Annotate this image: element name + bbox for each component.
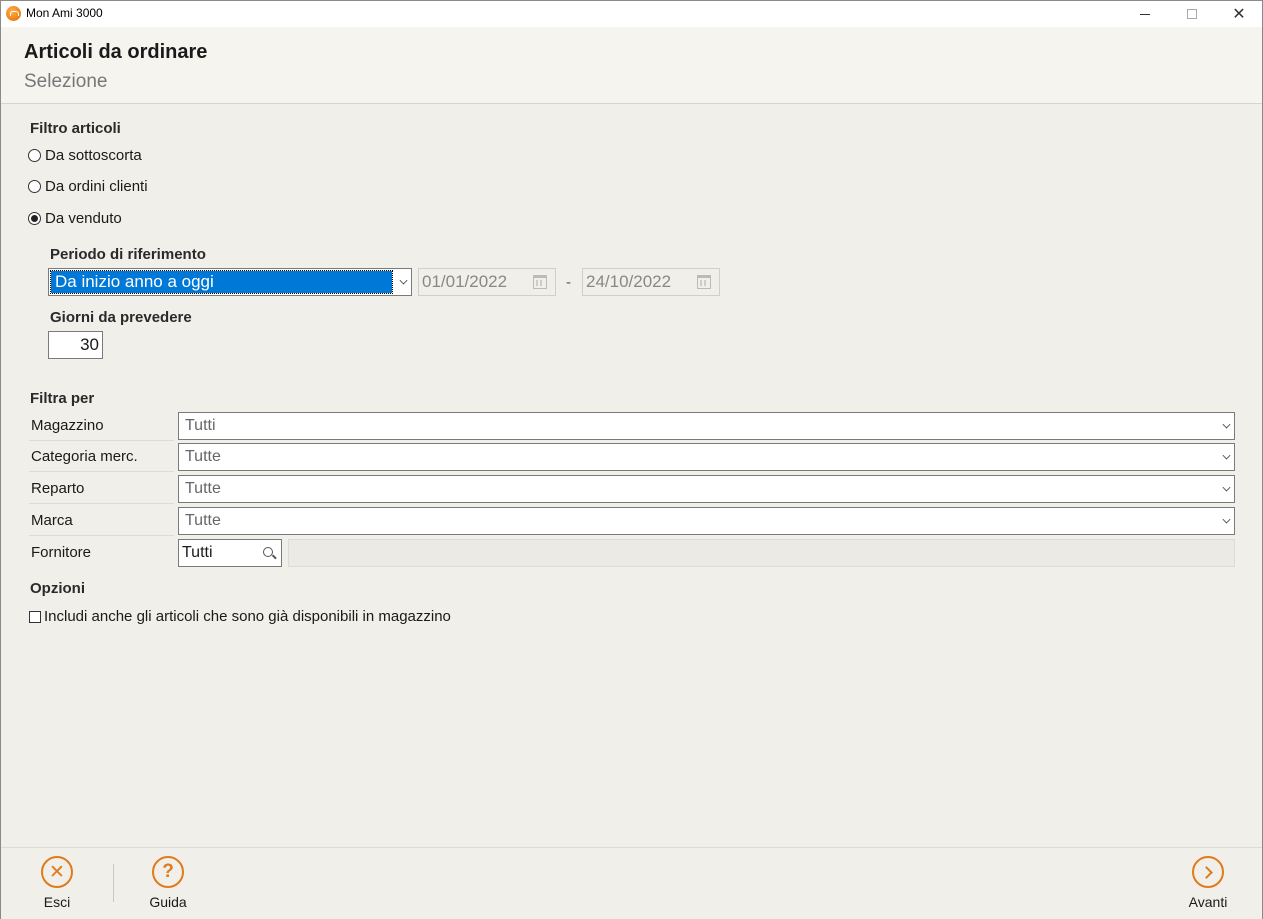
page-header: Articoli da ordinare Selezione [1, 27, 1262, 104]
forecast-days-input[interactable]: 30 [48, 331, 103, 359]
calendar-icon[interactable] [533, 275, 547, 289]
date-from-field[interactable]: 01/01/2022 [418, 268, 556, 296]
warehouse-value: Tutti [185, 417, 216, 434]
close-circle-icon: ✕ [41, 856, 73, 888]
date-to-field[interactable]: 24/10/2022 [582, 268, 720, 296]
chevron-down-icon [1222, 420, 1231, 429]
options-label: Opzioni [30, 580, 85, 597]
help-label: Guida [149, 894, 187, 910]
category-value: Tutte [185, 448, 221, 465]
chevron-down-icon [1222, 515, 1231, 524]
department-value: Tutte [185, 480, 221, 497]
radio-label: Da sottoscorta [45, 147, 142, 164]
radio-label: Da venduto [45, 210, 122, 227]
category-select[interactable]: Tutte [178, 443, 1235, 471]
category-label: Categoria merc. [29, 442, 174, 472]
radio-circle-checked [28, 212, 41, 225]
title-bar: Mon Ami 3000 ✕ [1, 1, 1262, 27]
next-label: Avanti [1188, 894, 1228, 910]
radio-below-stock[interactable]: Da sottoscorta [28, 147, 142, 164]
next-button[interactable]: Avanti [1185, 856, 1231, 910]
app-logo-icon [6, 6, 21, 21]
radio-circle [28, 149, 41, 162]
chevron-right-circle-icon [1192, 856, 1224, 888]
filter-by-label: Filtra per [30, 390, 95, 407]
supplier-input[interactable]: Tutti [178, 539, 282, 567]
chevron-down-icon [399, 276, 408, 285]
radio-sold[interactable]: Da venduto [28, 210, 122, 227]
include-available-checkbox[interactable]: Includi anche gli articoli che sono già … [29, 608, 451, 625]
page-title: Articoli da ordinare [24, 41, 208, 63]
chevron-down-icon [1222, 483, 1231, 492]
supplier-description-field [288, 539, 1235, 567]
brand-label: Marca [29, 506, 174, 536]
department-label: Reparto [29, 474, 174, 504]
exit-button[interactable]: ✕ Esci [39, 856, 75, 910]
date-from-value: 01/01/2022 [422, 272, 508, 291]
period-select[interactable]: Da inizio anno a oggi [48, 268, 412, 296]
checkbox-label: Includi anche gli articoli che sono già … [44, 608, 451, 625]
help-button[interactable]: ? Guida [146, 856, 190, 910]
calendar-icon[interactable] [697, 275, 711, 289]
footer-bar: ✕ Esci ? Guida Avanti [1, 847, 1262, 919]
forecast-days-label: Giorni da prevedere [50, 309, 192, 326]
footer-divider [113, 864, 114, 902]
supplier-value: Tutti [182, 544, 213, 561]
close-glyph: ✕ [49, 861, 65, 883]
brand-select[interactable]: Tutte [178, 507, 1235, 535]
minimize-button[interactable] [1122, 1, 1168, 27]
exit-label: Esci [43, 894, 71, 910]
radio-circle [28, 180, 41, 193]
warehouse-select[interactable]: Tutti [178, 412, 1235, 440]
date-to-value: 24/10/2022 [586, 272, 672, 291]
main-window: Mon Ami 3000 ✕ Articoli da ordinare Sele… [0, 0, 1263, 919]
period-selected-value: Da inizio anno a oggi [50, 270, 393, 294]
checkbox-box [29, 610, 41, 623]
question-circle-icon: ? [152, 856, 184, 888]
radio-label: Da ordini clienti [45, 178, 148, 195]
maximize-button[interactable] [1169, 1, 1215, 27]
minimize-icon [1140, 13, 1150, 15]
maximize-icon [1187, 9, 1197, 19]
department-select[interactable]: Tutte [178, 475, 1235, 503]
radio-customer-orders[interactable]: Da ordini clienti [28, 178, 148, 195]
chevron-right-icon [1200, 865, 1213, 879]
close-icon: ✕ [1232, 6, 1246, 23]
question-glyph: ? [162, 861, 174, 882]
filter-articles-label: Filtro articoli [30, 120, 121, 137]
warehouse-label: Magazzino [29, 411, 174, 441]
window-title: Mon Ami 3000 [26, 6, 103, 20]
search-icon[interactable] [263, 547, 273, 557]
period-label: Periodo di riferimento [50, 246, 206, 263]
page-subtitle: Selezione [24, 71, 108, 92]
supplier-label: Fornitore [31, 544, 92, 561]
date-separator: - [566, 274, 571, 291]
close-button[interactable]: ✕ [1216, 1, 1262, 27]
chevron-down-icon [1222, 451, 1231, 460]
brand-value: Tutte [185, 512, 221, 529]
